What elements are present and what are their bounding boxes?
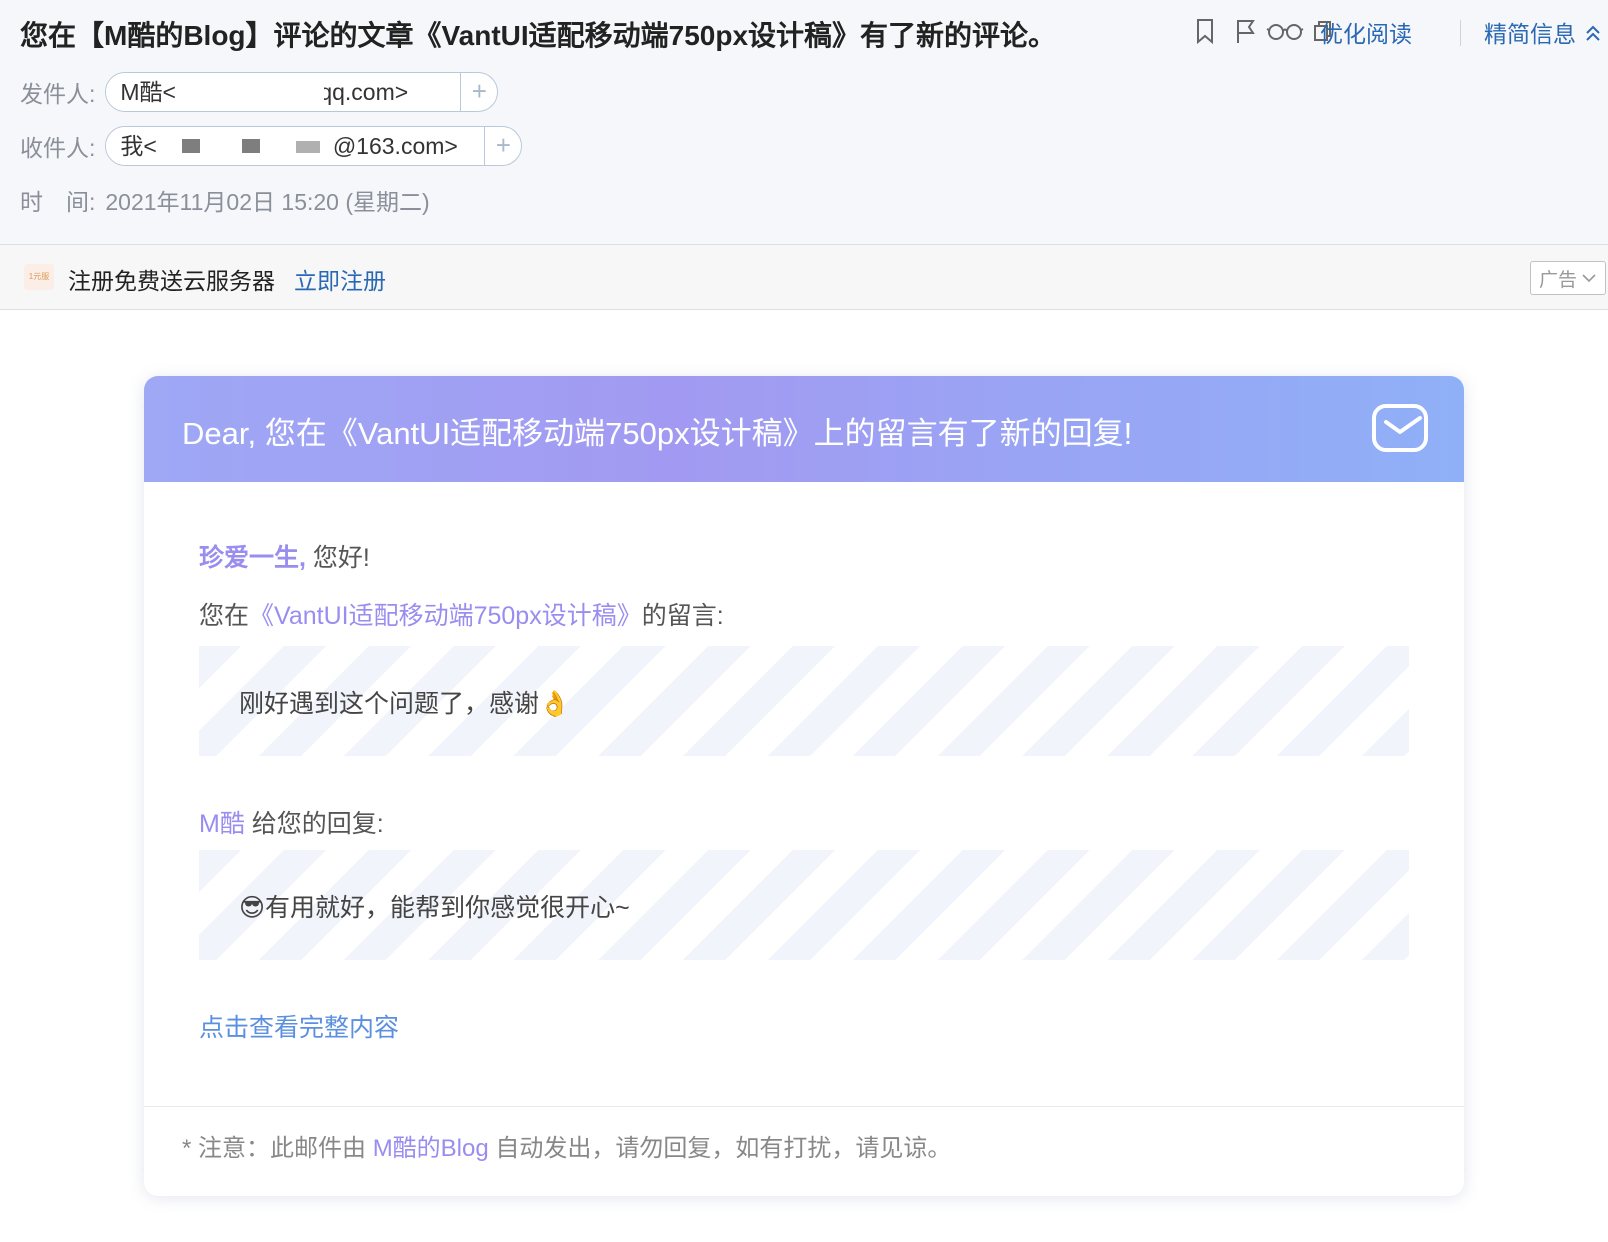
article-link[interactable]: 《VantUI适配移动端750px设计稿》 bbox=[249, 602, 642, 630]
notification-card: Dear, 您在《VantUI适配移动端750px设计稿》上的留言有了新的回复!… bbox=[144, 376, 1464, 1196]
replier-name: M酷 bbox=[199, 810, 245, 838]
bookmark-icon[interactable] bbox=[1190, 16, 1220, 46]
time-label: 时 间: bbox=[20, 189, 96, 215]
optimize-reading-link[interactable]: 优化阅读 bbox=[1320, 15, 1412, 49]
ad-logo[interactable]: 1元服 bbox=[24, 264, 54, 290]
redaction bbox=[182, 139, 201, 153]
card-title: Dear, 您在《VantUI适配移动端750px设计稿》上的留言有了新的回复! bbox=[182, 416, 1133, 451]
time-row: 时 间: 2021年11月02日 15:20 (星期二) bbox=[20, 180, 430, 220]
to-row: 收件人: 我< @163.com> + bbox=[20, 126, 523, 166]
mail-icon bbox=[1372, 404, 1428, 452]
redaction bbox=[242, 139, 261, 153]
glasses-icon[interactable] bbox=[1266, 16, 1304, 46]
from-label: 发件人: bbox=[20, 81, 96, 107]
compact-info-link[interactable]: 精简信息 bbox=[1484, 15, 1576, 49]
footer-note: * 注意：此邮件由 M酷的Blog 自动发出，请勿回复，如有打扰，请见谅。 bbox=[182, 1135, 952, 1162]
redaction bbox=[194, 79, 325, 105]
chevron-up-icon[interactable] bbox=[1584, 22, 1602, 44]
flag-icon[interactable] bbox=[1230, 16, 1260, 46]
user-name: 珍爱一生, bbox=[199, 544, 306, 572]
ad-badge[interactable]: 广告 bbox=[1530, 261, 1606, 295]
reply-text: 😎有用就好，能帮到你感觉很开心~ bbox=[239, 894, 630, 922]
to-address: 我< @163.com> bbox=[106, 127, 485, 165]
mail-subject: 您在【M酷的Blog】评论的文章《VantUI适配移动端750px设计稿》有了新… bbox=[20, 20, 1057, 51]
from-address: M酷< @qq.com> bbox=[106, 73, 461, 111]
comment-text: 刚好遇到这个问题了，感谢👌 bbox=[239, 690, 571, 718]
to-label: 收件人: bbox=[20, 135, 96, 161]
blog-link[interactable]: M酷的Blog bbox=[373, 1135, 489, 1162]
ad-badge-label: 广告 bbox=[1538, 269, 1577, 291]
redaction bbox=[296, 141, 321, 153]
ad-text[interactable]: 注册免费送云服务器 bbox=[68, 262, 275, 296]
ad-register-link[interactable]: 立即注册 bbox=[294, 262, 386, 296]
from-address-chip[interactable]: M酷< @qq.com> + bbox=[105, 72, 499, 112]
from-row: 发件人: M酷< @qq.com> + bbox=[20, 72, 499, 112]
to-address-chip[interactable]: 我< @163.com> + bbox=[105, 126, 523, 166]
view-full-content-link[interactable]: 点击查看完整内容 bbox=[199, 1008, 399, 1044]
chevron-down-icon bbox=[1582, 274, 1596, 283]
add-contact-button[interactable]: + bbox=[460, 73, 497, 111]
toolbar-divider bbox=[1460, 20, 1461, 46]
card-divider bbox=[144, 1106, 1464, 1107]
reply-intro: M酷 给您的回复: bbox=[199, 810, 384, 838]
time-value: 2021年11月02日 15:20 (星期二) bbox=[105, 189, 430, 215]
add-contact-button[interactable]: + bbox=[484, 127, 521, 165]
reply-box: 😎有用就好，能帮到你感觉很开心~ bbox=[199, 850, 1409, 960]
greeting: 珍爱一生, 您好! bbox=[199, 544, 370, 572]
comment-intro: 您在《VantUI适配移动端750px设计稿》的留言: bbox=[199, 602, 724, 630]
card-header: Dear, 您在《VantUI适配移动端750px设计稿》上的留言有了新的回复! bbox=[144, 376, 1464, 482]
mail-header: 您在【M酷的Blog】评论的文章《VantUI适配移动端750px设计稿》有了新… bbox=[0, 0, 1608, 245]
comment-box: 刚好遇到这个问题了，感谢👌 bbox=[199, 646, 1409, 756]
